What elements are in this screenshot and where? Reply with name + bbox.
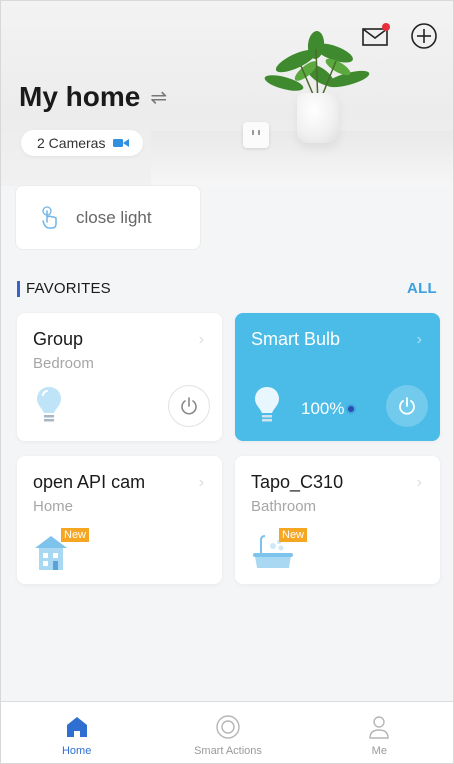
header-actions xyxy=(361,21,439,51)
user-icon xyxy=(369,716,390,739)
tab-label: Me xyxy=(371,745,387,757)
device-card-open-api-cam[interactable]: open API cam Home › New xyxy=(17,456,222,584)
device-room: Bedroom xyxy=(33,355,94,372)
power-icon xyxy=(181,397,197,415)
video-camera-icon xyxy=(113,139,130,147)
smart-actions-icon xyxy=(216,715,240,739)
device-name: Group xyxy=(33,329,84,349)
favorites-label: FAVORITES xyxy=(26,280,111,297)
page-title: My home xyxy=(19,81,141,112)
cameras-label: 2 Cameras xyxy=(37,135,106,151)
chevron-right-icon: › xyxy=(416,331,422,348)
tab-me[interactable]: Me xyxy=(304,702,453,763)
new-badge: New xyxy=(279,528,308,542)
notification-dot xyxy=(382,23,390,31)
brightness-readout: 100% xyxy=(301,399,355,419)
chevron-right-icon: › xyxy=(416,474,422,491)
favorites-header: FAVORITES ALL xyxy=(17,280,437,297)
plant-pot xyxy=(297,93,339,143)
device-name: open API cam xyxy=(33,472,146,492)
tab-label: Smart Actions xyxy=(194,745,262,757)
new-badge: New xyxy=(61,528,90,542)
power-button[interactable] xyxy=(168,385,210,427)
bulb-icon xyxy=(255,387,279,422)
smart-plug-image xyxy=(243,122,269,148)
mail-button[interactable] xyxy=(361,21,391,51)
brightness-value: 100% xyxy=(301,399,345,418)
tab-smart-actions[interactable]: Smart Actions xyxy=(152,702,303,763)
power-icon xyxy=(399,397,415,415)
favorites-title: FAVORITES xyxy=(17,280,111,297)
device-room: Home xyxy=(33,498,74,515)
brightness-indicator xyxy=(348,406,355,412)
device-card-smart-bulb[interactable]: Smart Bulb › 100% xyxy=(235,313,440,441)
cameras-chip[interactable]: 2 Cameras xyxy=(21,130,144,156)
scene-label: close light xyxy=(76,207,152,227)
tab-label: Home xyxy=(61,745,92,757)
add-device-button[interactable] xyxy=(409,21,439,51)
device-room: Bathroom xyxy=(251,498,317,515)
add-circle-icon xyxy=(411,23,437,49)
power-button[interactable] xyxy=(386,385,428,427)
device-card-tapo-c310[interactable]: Tapo_C310 Bathroom › New xyxy=(235,456,440,584)
tab-home[interactable]: Home xyxy=(1,702,152,763)
all-link[interactable]: ALL xyxy=(407,280,437,297)
home-switcher[interactable]: My home ⇌ xyxy=(19,81,167,113)
tap-icon xyxy=(42,205,57,229)
chevron-right-icon: › xyxy=(198,331,204,348)
scene-shortcut[interactable]: close light xyxy=(15,185,201,250)
chevron-right-icon: › xyxy=(198,474,204,491)
app-screen: My home ⇌ 2 Cameras close light FAVORITE… xyxy=(0,0,454,764)
device-name: Smart Bulb xyxy=(251,329,341,349)
device-name: Tapo_C310 xyxy=(251,472,344,492)
bulb-icon xyxy=(37,387,61,422)
bottom-tab-bar: Home Smart Actions Me xyxy=(1,701,453,763)
section-marker xyxy=(17,280,20,297)
device-card-group[interactable]: Group Bedroom › xyxy=(17,313,222,441)
swap-icon: ⇌ xyxy=(150,86,168,109)
home-icon xyxy=(66,717,87,737)
